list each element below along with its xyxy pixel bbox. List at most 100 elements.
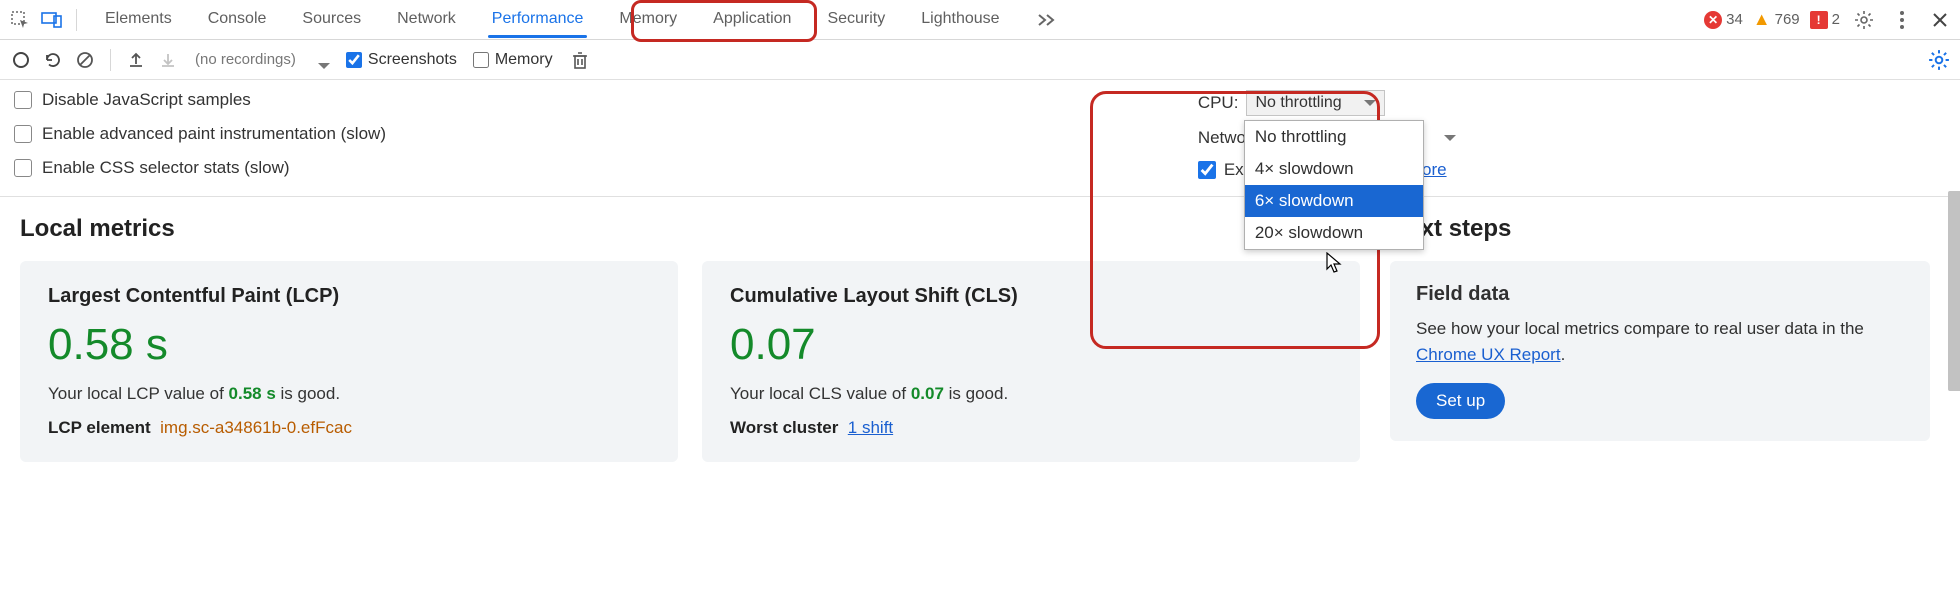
divider bbox=[76, 9, 77, 31]
inspect-element-icon[interactable] bbox=[6, 6, 34, 34]
cls-value: 0.07 bbox=[730, 320, 1332, 370]
clear-button[interactable] bbox=[74, 49, 96, 71]
setup-button[interactable]: Set up bbox=[1416, 383, 1505, 419]
perf-toolbar: (no recordings) Screenshots Memory bbox=[0, 40, 1960, 80]
cls-worst-label: Worst cluster bbox=[730, 418, 838, 437]
memory-checkbox[interactable]: Memory bbox=[473, 51, 553, 69]
cls-worst-line: Worst cluster 1 shift bbox=[730, 418, 1332, 438]
cls-shift-link[interactable]: 1 shift bbox=[848, 418, 893, 437]
tab-console[interactable]: Console bbox=[204, 2, 271, 37]
chevron-down-icon bbox=[318, 63, 330, 69]
tab-memory[interactable]: Memory bbox=[615, 2, 681, 37]
checkbox-box[interactable] bbox=[14, 159, 32, 177]
next-steps-section: Next steps Field data See how your local… bbox=[1390, 215, 1930, 462]
cpu-throttle-row: CPU: No throttling bbox=[1198, 90, 1456, 116]
enable-css-label: Enable CSS selector stats (slow) bbox=[42, 158, 290, 178]
issues-count: 2 bbox=[1832, 11, 1840, 28]
cpu-option-20x[interactable]: 20× slowdown bbox=[1245, 217, 1423, 249]
cls-desc-value: 0.07 bbox=[911, 384, 944, 403]
lcp-desc: Your local LCP value of 0.58 s is good. bbox=[48, 384, 650, 404]
tab-performance[interactable]: Performance bbox=[488, 2, 588, 37]
collect-garbage-icon[interactable] bbox=[569, 49, 591, 71]
field-data-title: Field data bbox=[1416, 283, 1904, 306]
close-icon[interactable] bbox=[1926, 6, 1954, 34]
cpu-option-4x[interactable]: 4× slowdown bbox=[1245, 153, 1423, 185]
scrollbar[interactable] bbox=[1946, 191, 1960, 551]
network-label: Netwo bbox=[1198, 128, 1246, 148]
record-button[interactable] bbox=[10, 49, 32, 71]
scrollbar-thumb[interactable] bbox=[1948, 191, 1960, 391]
lcp-title: Largest Contentful Paint (LCP) bbox=[48, 285, 650, 308]
cpu-option-6x[interactable]: 6× slowdown bbox=[1245, 185, 1423, 217]
screenshots-checkbox[interactable]: Screenshots bbox=[346, 51, 457, 69]
disable-js-checkbox[interactable]: Disable JavaScript samples bbox=[14, 90, 386, 110]
enable-paint-checkbox[interactable]: Enable advanced paint instrumentation (s… bbox=[14, 124, 386, 144]
errors-count: 34 bbox=[1726, 11, 1743, 28]
enable-css-checkbox[interactable]: Enable CSS selector stats (slow) bbox=[14, 158, 386, 178]
field-desc-text: See how your local metrics compare to re… bbox=[1416, 319, 1864, 338]
lcp-desc-prefix: Your local LCP value of bbox=[48, 384, 229, 403]
issue-icon: ! bbox=[1810, 11, 1828, 29]
lcp-card: Largest Contentful Paint (LCP) 0.58 s Yo… bbox=[20, 261, 678, 462]
issues-badge[interactable]: ! 2 bbox=[1810, 11, 1840, 29]
divider bbox=[110, 49, 111, 71]
tab-network[interactable]: Network bbox=[393, 2, 460, 37]
field-data-card: Field data See how your local metrics co… bbox=[1390, 261, 1930, 441]
settings-left: Disable JavaScript samples Enable advanc… bbox=[14, 90, 386, 180]
crux-link[interactable]: Chrome UX Report bbox=[1416, 345, 1561, 364]
cls-desc: Your local CLS value of 0.07 is good. bbox=[730, 384, 1332, 404]
tab-security[interactable]: Security bbox=[823, 2, 889, 37]
upload-button[interactable] bbox=[125, 49, 147, 71]
cpu-option-no-throttling[interactable]: No throttling bbox=[1245, 121, 1423, 153]
extensions-checkbox[interactable] bbox=[1198, 161, 1216, 179]
lcp-element-value[interactable]: img.sc-a34861b-0.efFcac bbox=[160, 418, 352, 437]
lcp-desc-value: 0.58 s bbox=[229, 384, 276, 403]
errors-badge[interactable]: ✕ 34 bbox=[1704, 11, 1743, 29]
checkbox-box[interactable] bbox=[14, 125, 32, 143]
devtools-tabbar: Elements Console Sources Network Perform… bbox=[0, 0, 1960, 40]
memory-check-input[interactable] bbox=[473, 52, 489, 68]
cls-card: Cumulative Layout Shift (CLS) 0.07 Your … bbox=[702, 261, 1360, 462]
cpu-throttle-dropdown: No throttling 4× slowdown 6× slowdown 20… bbox=[1244, 120, 1424, 250]
more-tabs-icon[interactable] bbox=[1032, 6, 1060, 34]
disable-js-label: Disable JavaScript samples bbox=[42, 90, 251, 110]
recordings-placeholder: (no recordings) bbox=[195, 51, 296, 68]
recordings-dropdown[interactable]: (no recordings) bbox=[189, 47, 336, 72]
settings-gear-icon[interactable] bbox=[1850, 6, 1878, 34]
lcp-element-line: LCP element img.sc-a34861b-0.efFcac bbox=[48, 418, 650, 438]
local-metrics-section: Local metrics Largest Contentful Paint (… bbox=[20, 215, 1360, 462]
memory-label: Memory bbox=[495, 51, 553, 69]
tab-elements[interactable]: Elements bbox=[101, 2, 176, 37]
next-steps-title: Next steps bbox=[1390, 215, 1930, 243]
metric-cards: Largest Contentful Paint (LCP) 0.58 s Yo… bbox=[20, 261, 1360, 462]
extensions-label: Ex bbox=[1224, 160, 1244, 180]
cls-desc-prefix: Your local CLS value of bbox=[730, 384, 911, 403]
perf-settings-gear-icon[interactable] bbox=[1928, 49, 1950, 71]
lcp-element-label: LCP element bbox=[48, 418, 151, 437]
cpu-label: CPU: bbox=[1198, 93, 1239, 113]
warnings-badge[interactable]: ▲ 769 bbox=[1753, 9, 1800, 30]
cls-title: Cumulative Layout Shift (CLS) bbox=[730, 285, 1332, 308]
device-toolbar-icon[interactable] bbox=[38, 6, 66, 34]
kebab-menu-icon[interactable] bbox=[1888, 6, 1916, 34]
screenshots-check-input[interactable] bbox=[346, 52, 362, 68]
cpu-select-value: No throttling bbox=[1255, 94, 1341, 112]
error-icon: ✕ bbox=[1704, 11, 1722, 29]
reload-button[interactable] bbox=[42, 49, 64, 71]
field-data-desc: See how your local metrics compare to re… bbox=[1416, 316, 1904, 367]
cpu-throttle-select[interactable]: No throttling bbox=[1246, 90, 1384, 116]
tab-sources[interactable]: Sources bbox=[298, 2, 365, 37]
local-metrics-title: Local metrics bbox=[20, 215, 1360, 243]
tab-application[interactable]: Application bbox=[709, 2, 795, 37]
cls-desc-suffix: is good. bbox=[944, 384, 1008, 403]
capture-settings-panel: Disable JavaScript samples Enable advanc… bbox=[0, 80, 1960, 197]
settings-right: CPU: No throttling Netwo Ex n more No th… bbox=[1198, 90, 1456, 180]
enable-paint-label: Enable advanced paint instrumentation (s… bbox=[42, 124, 386, 144]
warning-icon: ▲ bbox=[1753, 9, 1771, 30]
tab-lighthouse[interactable]: Lighthouse bbox=[917, 2, 1003, 37]
warnings-count: 769 bbox=[1775, 11, 1800, 28]
checkbox-box[interactable] bbox=[14, 91, 32, 109]
download-button[interactable] bbox=[157, 49, 179, 71]
chevron-down-icon bbox=[1364, 100, 1376, 106]
tabs-list: Elements Console Sources Network Perform… bbox=[101, 2, 1060, 37]
